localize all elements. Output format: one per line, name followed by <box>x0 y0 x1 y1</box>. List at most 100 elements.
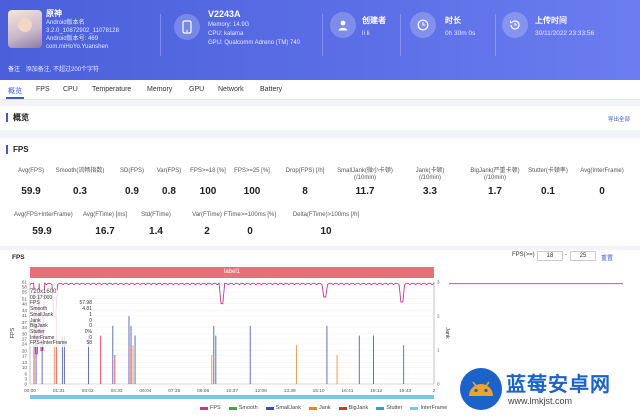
tab-cpu[interactable]: CPU <box>63 86 78 93</box>
remark-row[interactable]: 备注 添加备注, 不超过200个字符 <box>8 64 99 73</box>
legend-item[interactable]: Smooth <box>228 405 258 411</box>
metric-label: Avg(FPS) <box>18 168 44 174</box>
metric-value: 100 <box>243 186 261 197</box>
metric-card: Jank(卡顿) (/10min) 3.3 <box>404 168 456 197</box>
x-tick-label: 04:33 <box>111 388 123 394</box>
x-tick-label: 12:08 <box>255 388 267 394</box>
duration-title: 时长 <box>445 16 461 25</box>
metric-card: Smooth(流畅指数) 0.3 <box>52 168 108 197</box>
app-line: 3.2.0_10872902_11078128 <box>46 28 119 34</box>
legend-label: Stutter <box>386 405 403 411</box>
metric-card: Drop(FPS) [/h] 8 <box>280 168 330 197</box>
metric-card: Std(FTime) 1.4 <box>140 212 172 237</box>
tab-bar: 概览 FPS CPU Temperature Memory GPU Networ… <box>0 80 640 100</box>
y-tick-label: 10 <box>22 365 28 370</box>
metric-card: SD(FPS) 0.9 <box>116 168 148 197</box>
legend-swatch <box>265 406 274 410</box>
creator-title: 创建者 <box>362 16 386 25</box>
device-line: GPU: Qualcomm Adreno (TM) 740 <box>208 40 301 46</box>
tab-gpu[interactable]: GPU <box>189 86 204 93</box>
tab-battery[interactable]: Battery <box>260 86 282 93</box>
x-tick-label: 19:43 <box>399 388 411 394</box>
tab-overview[interactable]: 概览 <box>6 86 24 99</box>
upload-title: 上传时间 <box>535 16 567 25</box>
metric-label: BigJank(严重卡顿) (/10min) <box>470 168 520 181</box>
metric-label: Smooth(流畅指数) <box>55 168 105 174</box>
clock-icon <box>410 12 436 38</box>
app-info: 原神 Android版本名 3.2.0_10872902_11078128 An… <box>46 10 119 51</box>
metric-value: 59.9 <box>32 226 52 237</box>
tooltip-value: 58 <box>86 340 92 347</box>
metric-label: SD(FPS) <box>120 168 144 174</box>
app-icon <box>8 10 42 48</box>
tab-fps[interactable]: FPS <box>36 86 50 93</box>
x-tick-label: 00:00 <box>24 388 36 394</box>
metric-label: Stutter(卡顿率) <box>528 168 568 174</box>
fps-section-title: FPS <box>6 145 29 154</box>
device-line: CPU: kalama <box>208 31 244 37</box>
legend-label: InterFrame <box>420 405 448 411</box>
legend-item[interactable]: InterFrame <box>410 405 447 411</box>
legend-item[interactable]: BigJank <box>338 405 368 411</box>
device-info: V2243A Memory: 14.9G CPU: kalama GPU: Qu… <box>208 10 300 48</box>
metric-label: Delta(FTime)>100ms [/h] <box>292 212 360 218</box>
metric-card: Stutter(卡顿率) 0.1 <box>528 168 568 197</box>
y2-tick-label: 0 <box>437 382 440 387</box>
legend-label: Smooth <box>238 405 258 411</box>
y-tick-label: 34 <box>22 325 28 330</box>
legend-item[interactable]: Jank <box>309 405 331 411</box>
legend-label: Jank <box>319 405 331 411</box>
phone-icon <box>174 14 200 40</box>
duration-value: 0h 30m 0s <box>445 30 476 37</box>
metric-label: FTime>=100ms [%] <box>223 212 277 218</box>
metric-value: 0.1 <box>541 186 555 197</box>
upload-stat: 上传时间 30/11/2022 23:33:56 <box>535 15 594 37</box>
legend-swatch <box>410 406 419 410</box>
metric-value: 16.7 <box>95 226 115 237</box>
metric-card: FPS>=25 [%] 100 <box>230 168 274 197</box>
legend-swatch <box>200 406 208 410</box>
y2-tick-label: 2 <box>437 314 440 319</box>
metric-label: Avg(InterFrame) <box>580 168 624 174</box>
metric-label: Drop(FPS) [/h] <box>285 168 325 174</box>
metric-card: FTime>=100ms [%] 0 <box>222 212 278 237</box>
metric-label: SmallJank(微小卡顿) (/10min) <box>337 168 393 181</box>
legend-item[interactable]: SmallJank <box>265 405 301 411</box>
legend-item[interactable]: FPS <box>200 405 221 411</box>
remark-input[interactable]: 添加备注, 不超过200个字符 <box>26 67 99 73</box>
tab-memory[interactable]: Memory <box>147 86 172 93</box>
site-watermark: 蓝莓安卓网 www.lmkjst.com <box>456 362 640 418</box>
watermark-url: www.lmkjst.com <box>508 396 573 406</box>
metric-value: 2 <box>204 226 210 237</box>
legend-swatch <box>309 406 318 410</box>
x-tick-label: 06:04 <box>139 388 151 394</box>
metric-label: Avg(FTime) [ms] <box>82 212 127 218</box>
legend-item[interactable]: Stutter <box>376 405 402 411</box>
y-tick-label: 55 <box>22 290 28 295</box>
metric-label: Var(FPS) <box>156 168 182 174</box>
x-tick-label: 10:37 <box>226 388 238 394</box>
watermark-text: 蓝莓安卓网 <box>506 374 611 396</box>
metric-card: SmallJank(微小卡顿) (/10min) 11.7 <box>335 168 395 197</box>
y-axis-title: FPS <box>10 327 16 338</box>
divider <box>495 14 496 56</box>
metric-value: 10 <box>320 226 332 237</box>
metric-card: BigJank(严重卡顿) (/10min) 1.7 <box>468 168 522 197</box>
x-tick-label: 07:35 <box>168 388 180 394</box>
export-all-button[interactable]: 导出全部 <box>608 115 630 123</box>
y-tick-label: 48 <box>22 301 28 306</box>
legend-label: FPS <box>210 405 221 411</box>
x-tick-label: 01:31 <box>53 388 65 394</box>
app-line: Android版本号: 469 <box>46 36 99 42</box>
history-icon <box>502 12 528 38</box>
metric-value: 8 <box>302 186 308 197</box>
tab-temperature[interactable]: Temperature <box>92 86 131 93</box>
tab-network[interactable]: Network <box>218 86 244 93</box>
x-tick-label: 03:02 <box>82 388 94 394</box>
metric-label: Std(FTime) <box>141 212 171 218</box>
metric-card: Avg(FPS+InterFrame) 59.9 <box>14 212 73 237</box>
legend-swatch <box>376 406 385 410</box>
metric-card: Avg(FPS) 59.9 <box>14 168 48 197</box>
x-tick-label: 15:10 <box>313 388 325 394</box>
app-name: 原神 <box>46 9 62 18</box>
